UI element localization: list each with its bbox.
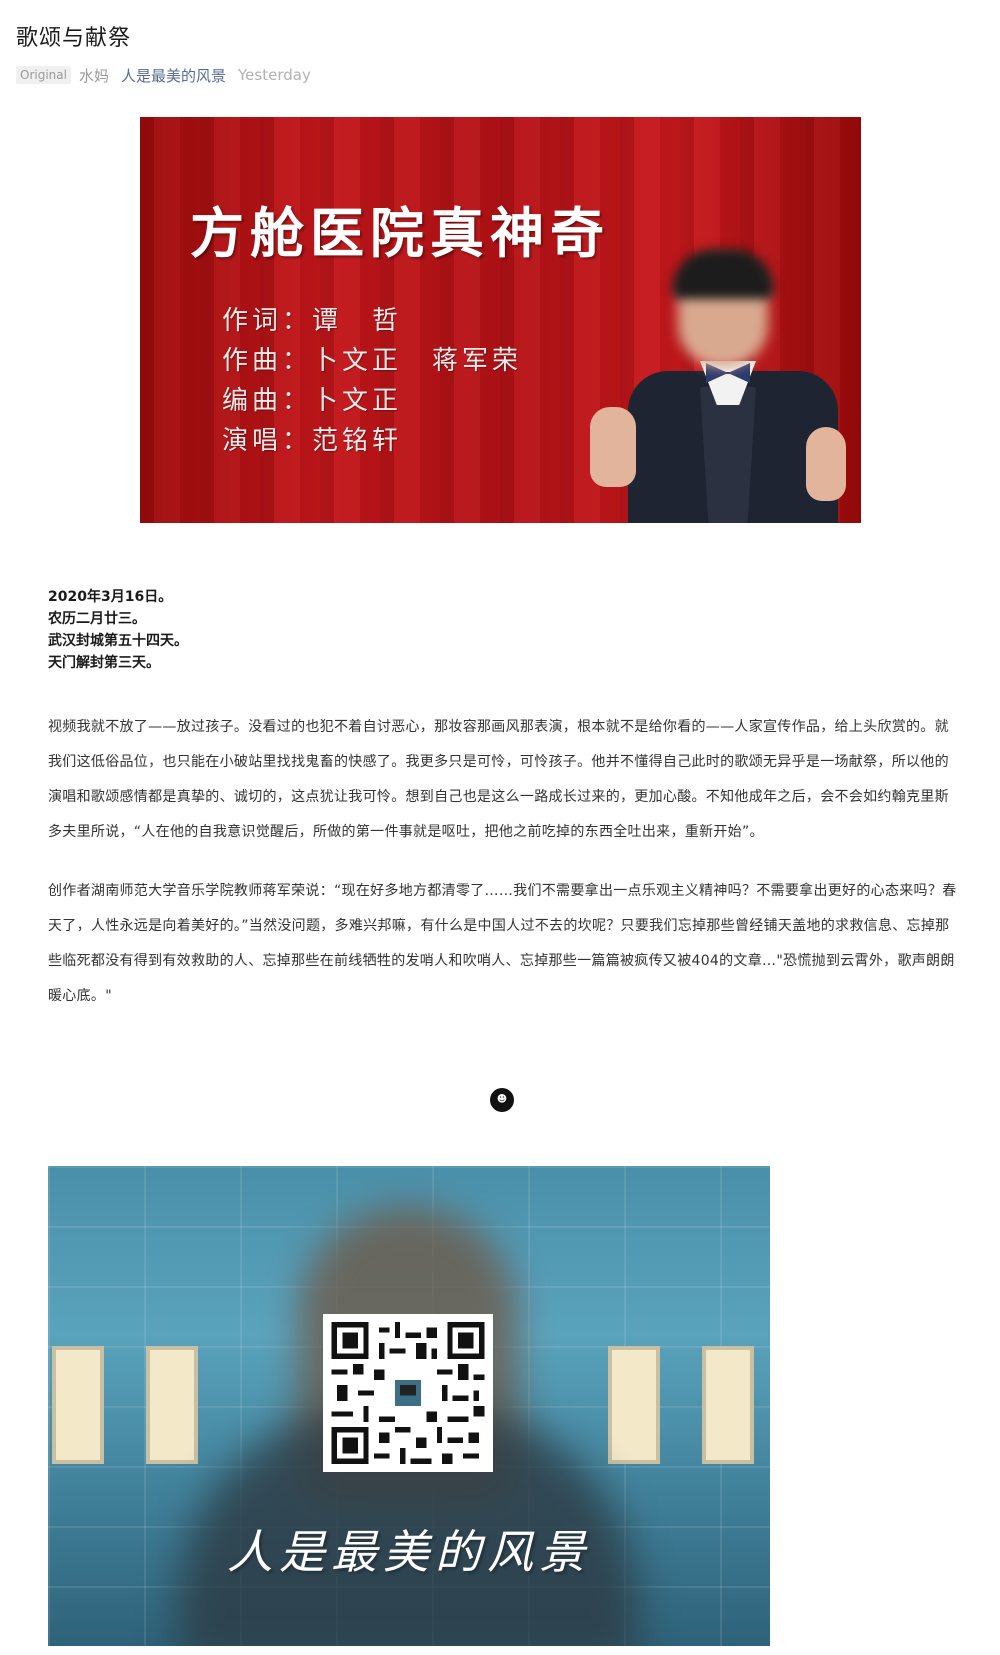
- date-line: 武汉封城第五十四天。: [48, 633, 188, 649]
- qr-code-icon: [331, 1322, 485, 1464]
- credit-singer: 演唱：范铭轩: [222, 426, 403, 456]
- article-title: 歌颂与献祭: [16, 26, 132, 51]
- cover-credits: 作词：谭 哲 作曲：卜文正 蒋军荣 编曲：卜文正 演唱：范铭轩: [222, 301, 522, 461]
- credit-composer: 作曲：卜文正 蒋军荣: [222, 346, 523, 376]
- emoji-icon: ☻: [490, 1088, 514, 1112]
- date-line: 天门解封第三天。: [48, 655, 160, 671]
- date-line: 农历二月廿三。: [48, 611, 146, 627]
- cover-image: 方舱医院真神奇 作词：谭 哲 作曲：卜文正 蒋军荣 编曲：卜文正 演唱：范铭轩: [140, 117, 861, 523]
- credit-lyrics: 作词：谭 哲: [222, 306, 403, 336]
- credit-arranger: 编曲：卜文正: [222, 386, 403, 416]
- footer-promo-image: 人是最美的风景: [48, 1166, 770, 1646]
- performer-hair: [672, 249, 774, 299]
- banner-text: 人是最美的风景: [227, 1525, 591, 1579]
- performer-figure: [550, 237, 861, 523]
- window-panel: [608, 1346, 660, 1464]
- thumbs-up-right: [806, 427, 846, 501]
- date-line: 2020年3月16日。: [48, 589, 173, 605]
- window-panel: [702, 1346, 754, 1464]
- date-lines: 2020年3月16日。 农历二月廿三。 武汉封城第五十四天。 天门解封第三天。: [48, 586, 958, 674]
- qr-code[interactable]: [323, 1314, 493, 1472]
- cover-title: 方舱医院真神奇: [190, 201, 610, 265]
- publish-date: Yesterday: [238, 66, 311, 84]
- window-panel: [52, 1346, 104, 1464]
- performer-vest: [700, 387, 756, 523]
- original-badge: Original: [16, 66, 71, 84]
- article-meta: Original 水妈 人是最美的风景 Yesterday: [16, 64, 311, 86]
- author-name: 水妈: [78, 66, 109, 85]
- article-body: 2020年3月16日。 农历二月廿三。 武汉封城第五十四天。 天门解封第三天。 …: [48, 586, 958, 1004]
- paragraph: 创作者湖南师范大学音乐学院教师蒋军荣说：“现在好多地方都清零了……我们不需要拿出…: [48, 883, 957, 1004]
- paragraph: 视频我就不放了——放过孩子。没看过的也犯不着自讨恶心，那妆容那画风那表演，根本就…: [48, 719, 949, 840]
- account-link[interactable]: 人是最美的风景: [121, 65, 226, 86]
- thumbs-up-left: [590, 407, 636, 487]
- window-panel: [146, 1346, 198, 1464]
